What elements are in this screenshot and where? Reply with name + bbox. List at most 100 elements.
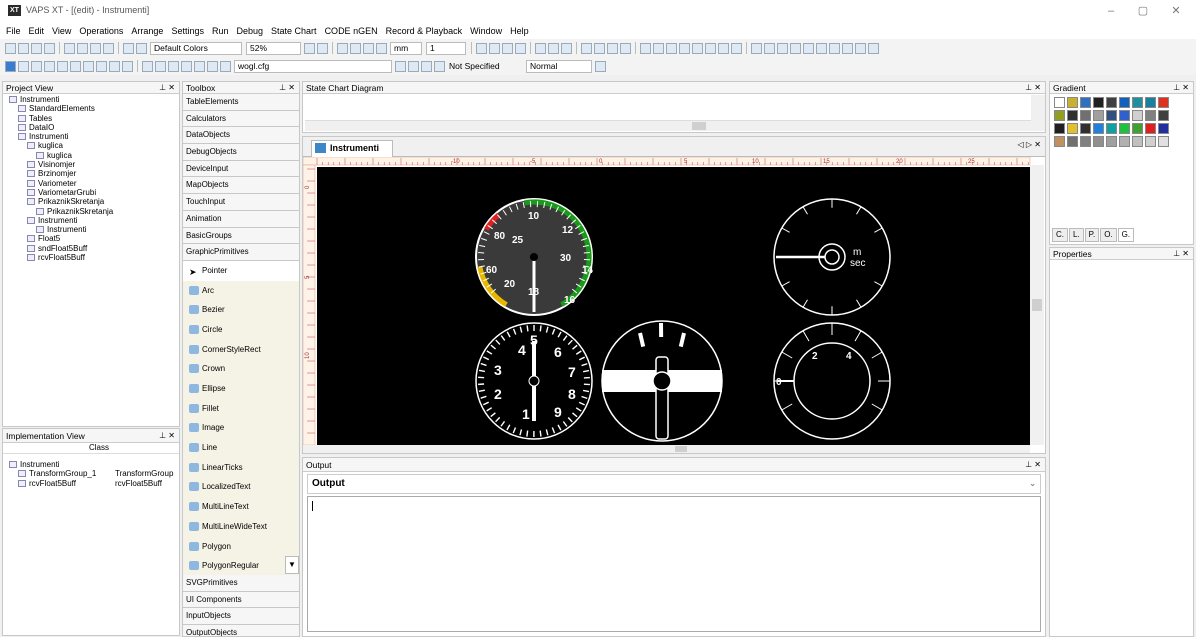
scroll-thumb[interactable] bbox=[692, 122, 706, 130]
align-right-icon[interactable] bbox=[666, 42, 677, 54]
toolbox-group[interactable]: DataObjects bbox=[183, 127, 299, 145]
toolbox-tool[interactable]: Crown bbox=[183, 359, 299, 379]
align-left-icon[interactable] bbox=[640, 42, 651, 54]
toolbox-tool[interactable]: PolygonRegular bbox=[183, 556, 299, 575]
state-chart-vscrollbar[interactable] bbox=[1031, 95, 1045, 131]
config-icon[interactable] bbox=[220, 60, 231, 72]
gradient-swatch[interactable] bbox=[1054, 97, 1065, 108]
stop-icon[interactable] bbox=[561, 42, 572, 54]
menu-operations[interactable]: Operations bbox=[79, 26, 123, 36]
tree-item[interactable]: Variometer bbox=[9, 179, 179, 188]
tab-nav-icon[interactable]: ◁ ▷ ✕ bbox=[1018, 140, 1041, 149]
gradient-swatch[interactable] bbox=[1158, 97, 1169, 108]
gradient-swatch[interactable] bbox=[1158, 136, 1169, 147]
tree-item[interactable]: Float5 bbox=[9, 234, 179, 243]
circle-tool-icon[interactable] bbox=[83, 60, 94, 72]
config-select[interactable]: wogl.cfg bbox=[234, 59, 392, 73]
tree-item[interactable]: kuglica bbox=[9, 151, 179, 160]
tree-item[interactable]: kuglica bbox=[9, 141, 179, 150]
pin-icon[interactable]: ⊥ ✕ bbox=[1025, 458, 1041, 472]
gradient-swatch[interactable] bbox=[1119, 97, 1130, 108]
pin-icon[interactable]: ⊥ ✕ bbox=[1025, 82, 1041, 94]
toolbox-tool[interactable]: LinearTicks bbox=[183, 457, 299, 478]
build-icon[interactable] bbox=[155, 60, 166, 72]
tree-item[interactable]: Tables bbox=[9, 114, 179, 123]
align-top-icon[interactable] bbox=[317, 42, 328, 54]
toolbox-group[interactable]: DeviceInput bbox=[183, 160, 299, 178]
gradient-swatch[interactable] bbox=[1132, 136, 1143, 147]
toolbox-tool[interactable]: MultiLineWideText bbox=[183, 516, 299, 537]
play-icon[interactable] bbox=[535, 42, 546, 54]
palette-tab[interactable]: P. bbox=[1084, 228, 1100, 242]
toolbox-group[interactable]: TableElements bbox=[183, 94, 299, 111]
size-icon[interactable] bbox=[868, 42, 879, 54]
gradient-swatch[interactable] bbox=[1054, 123, 1065, 134]
scroll-thumb[interactable] bbox=[675, 446, 687, 452]
toolbox-tool[interactable]: Bezier bbox=[183, 300, 299, 320]
save-all-icon[interactable] bbox=[44, 42, 55, 54]
tree-item[interactable]: Instrumenti bbox=[9, 95, 179, 104]
gradient-swatch[interactable] bbox=[1119, 110, 1130, 121]
paste-icon[interactable] bbox=[90, 42, 101, 54]
toolbox-group[interactable]: GraphicPrimitives bbox=[183, 244, 299, 261]
impl-row[interactable]: rcvFloat5Buff rcvFloat5Buff bbox=[9, 479, 179, 488]
gradient-swatch[interactable] bbox=[1080, 110, 1091, 121]
layout-icon[interactable] bbox=[581, 42, 592, 54]
gradient-swatch[interactable] bbox=[1054, 136, 1065, 147]
align-hcenter-icon[interactable] bbox=[718, 42, 729, 54]
palette-tab[interactable]: G. bbox=[1117, 228, 1135, 242]
toolbox-group[interactable]: TouchInput bbox=[183, 194, 299, 211]
editor-canvas[interactable]: -10-50510152025051010121416182025306080m… bbox=[303, 157, 1045, 453]
arrow-tool-icon[interactable] bbox=[31, 60, 42, 72]
toolbox-group[interactable]: MapObjects bbox=[183, 177, 299, 195]
menu-code-ngen[interactable]: CODE nGEN bbox=[325, 26, 378, 36]
tree-item[interactable]: PrikaznikSkretanja bbox=[9, 197, 179, 206]
gradient-swatch[interactable] bbox=[1080, 136, 1091, 147]
toolbox-tool[interactable]: Circle bbox=[183, 319, 299, 340]
gradient-swatch[interactable] bbox=[1132, 110, 1143, 121]
toolbox-group[interactable]: BasicGroups bbox=[183, 227, 299, 245]
snap-icon[interactable] bbox=[350, 42, 361, 54]
toolbox-group[interactable]: DebugObjects bbox=[183, 144, 299, 161]
toolbox-group[interactable]: Animation bbox=[183, 210, 299, 228]
toolbox-tool[interactable]: Arc bbox=[183, 280, 299, 301]
align-icon[interactable] bbox=[304, 42, 315, 54]
gradient-swatch[interactable] bbox=[1067, 97, 1078, 108]
minimize-button[interactable]: – bbox=[1097, 3, 1125, 19]
filter-icon[interactable] bbox=[595, 60, 606, 72]
gradient-swatch[interactable] bbox=[1119, 123, 1130, 134]
layout-icon[interactable] bbox=[620, 42, 631, 54]
grid-icon[interactable] bbox=[337, 42, 348, 54]
toolbox-tool[interactable]: LocalizedText bbox=[183, 477, 299, 498]
tree-item[interactable]: Instrumenti bbox=[9, 225, 179, 234]
menu-window[interactable]: Window bbox=[470, 26, 502, 36]
target-icon[interactable] bbox=[395, 60, 406, 72]
gradient-swatch[interactable] bbox=[1093, 97, 1104, 108]
run-icon[interactable] bbox=[142, 60, 153, 72]
toolbox-tool[interactable]: Line bbox=[183, 438, 299, 458]
tree-item[interactable]: StandardElements bbox=[9, 104, 179, 113]
open-icon[interactable] bbox=[18, 42, 29, 54]
state-tool-icon[interactable] bbox=[57, 60, 68, 72]
build-icon[interactable] bbox=[168, 60, 179, 72]
menu-run[interactable]: Run bbox=[212, 26, 229, 36]
pause-icon[interactable] bbox=[548, 42, 559, 54]
palette-tab[interactable]: O. bbox=[1100, 228, 1117, 242]
target-icon[interactable] bbox=[408, 60, 419, 72]
delete-icon[interactable] bbox=[103, 42, 114, 54]
gradient-swatch[interactable] bbox=[1067, 136, 1078, 147]
save-icon[interactable] bbox=[31, 42, 42, 54]
class-column-header[interactable]: Class bbox=[3, 443, 179, 454]
menu-help[interactable]: Help bbox=[510, 26, 529, 36]
distribute-icon[interactable] bbox=[790, 42, 801, 54]
toolbox-tool[interactable]: Fillet bbox=[183, 398, 299, 419]
history-tool-icon[interactable] bbox=[96, 60, 107, 72]
gradient-swatch[interactable] bbox=[1067, 110, 1078, 121]
menu-arrange[interactable]: Arrange bbox=[131, 26, 163, 36]
align-edges-icon[interactable] bbox=[731, 42, 742, 54]
toolbox-group[interactable]: InputObjects bbox=[183, 608, 299, 625]
size-icon[interactable] bbox=[829, 42, 840, 54]
align-bottom-icon[interactable] bbox=[692, 42, 703, 54]
tab-instrumenti[interactable]: Instrumenti bbox=[311, 140, 393, 157]
tree-item[interactable]: Instrumenti bbox=[9, 132, 179, 141]
